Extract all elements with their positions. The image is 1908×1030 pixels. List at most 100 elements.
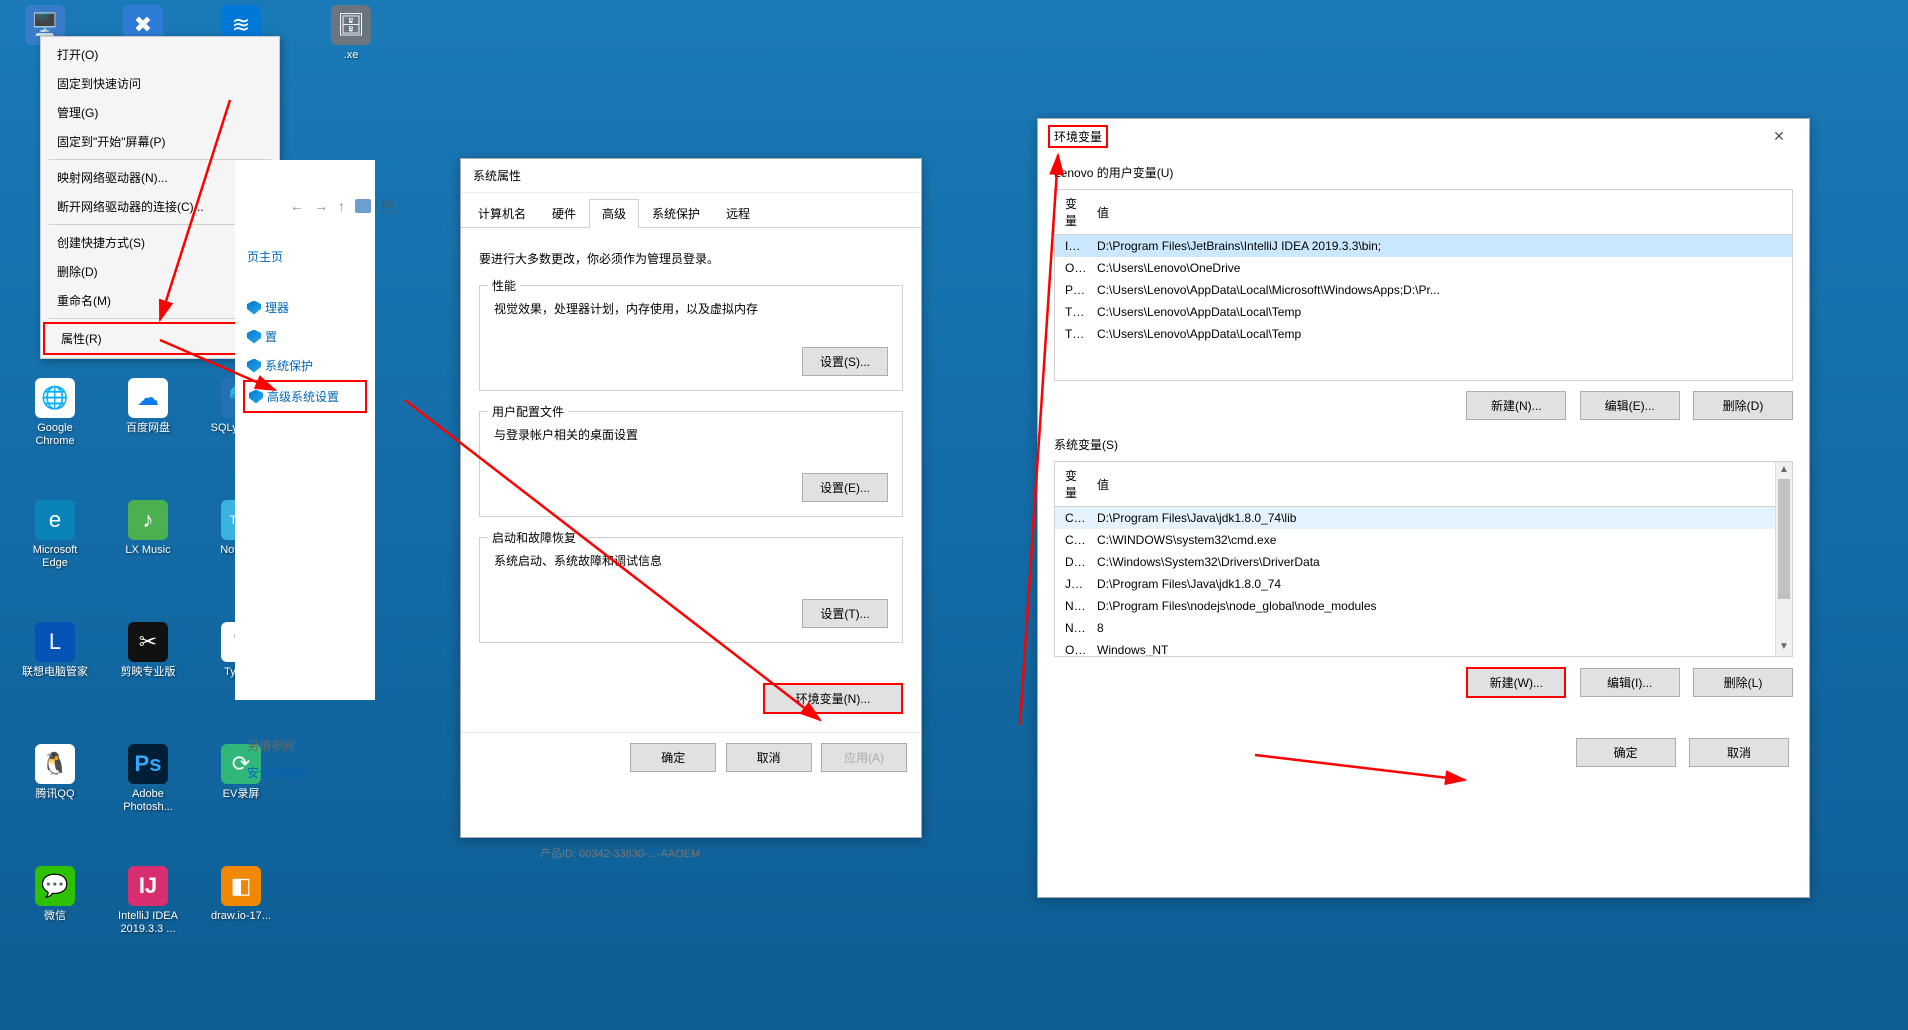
- sys-new-button[interactable]: 新建(W)...: [1466, 667, 1566, 698]
- cancel-button[interactable]: 取消: [1689, 738, 1789, 767]
- photoshop-icon: Ps: [128, 744, 168, 784]
- tab-computer-name[interactable]: 计算机名: [465, 199, 539, 227]
- var-value-cell: C:\Windows\System32\Drivers\DriverData: [1087, 551, 1792, 573]
- dialog-title: 系统属性: [461, 159, 921, 193]
- profile-settings-button[interactable]: 设置(E)...: [802, 473, 888, 502]
- sys-edit-button[interactable]: 编辑(I)...: [1580, 668, 1680, 697]
- close-button[interactable]: ✕: [1759, 128, 1799, 145]
- desktop-icon-lenovo[interactable]: L 联想电脑管家: [20, 622, 90, 679]
- context-menu-pin-quick[interactable]: 固定到快速访问: [41, 69, 279, 98]
- group-legend: 用户配置文件: [488, 403, 568, 420]
- desktop-icon-drawio[interactable]: ◧ draw.io-17...: [206, 866, 276, 923]
- ok-button[interactable]: 确定: [630, 743, 716, 772]
- system-variables-table[interactable]: 变量 值 CLASSPATHD:\Program Files\Java\jdk1…: [1054, 461, 1793, 657]
- sidebar-link-label: 系统保护: [265, 357, 313, 374]
- context-menu-item-label: 固定到"开始"屏幕(P): [57, 135, 166, 149]
- table-row[interactable]: DriverDataC:\Windows\System32\Drivers\Dr…: [1055, 551, 1792, 573]
- scroll-down-icon[interactable]: ▼: [1776, 639, 1792, 656]
- folder-icon: [355, 199, 371, 213]
- col-variable-header[interactable]: 变量: [1055, 462, 1087, 507]
- group-desc: 与登录帐户相关的桌面设置: [494, 426, 888, 443]
- col-value-header[interactable]: 值: [1087, 462, 1792, 507]
- tab-sys-protect[interactable]: 系统保护: [639, 199, 713, 227]
- var-value-cell: C:\Users\Lenovo\OneDrive: [1087, 257, 1792, 279]
- desktop-icon-label: 联想电脑管家: [20, 666, 90, 679]
- col-value-header[interactable]: 值: [1087, 190, 1792, 235]
- group-legend: 性能: [488, 277, 520, 294]
- desktop-icon-intellij[interactable]: IJ IntelliJ IDEA 2019.3.3 ...: [113, 866, 183, 936]
- user-variables-table[interactable]: 变量 值 IntelliJ IDEAD:\Program Files\JetBr…: [1054, 189, 1793, 381]
- intellij-icon: IJ: [128, 866, 168, 906]
- user-edit-button[interactable]: 编辑(E)...: [1580, 391, 1680, 420]
- context-menu-item-label: 创建快捷方式(S): [57, 236, 145, 250]
- user-delete-button[interactable]: 删除(D): [1693, 391, 1793, 420]
- tab-hardware[interactable]: 硬件: [539, 199, 589, 227]
- shield-icon: [247, 301, 261, 315]
- table-row[interactable]: NODE_PATHD:\Program Files\nodejs\node_gl…: [1055, 595, 1792, 617]
- sidebar-link-advanced[interactable]: 高级系统设置: [243, 380, 367, 413]
- tab-advanced[interactable]: 高级: [589, 199, 639, 228]
- performance-group: 性能 视觉效果，处理器计划，内存使用，以及虚拟内存 设置(S)...: [479, 285, 903, 391]
- table-row[interactable]: ComSpecC:\WINDOWS\system32\cmd.exe: [1055, 529, 1792, 551]
- ok-button[interactable]: 确定: [1576, 738, 1676, 767]
- context-menu-pin-start[interactable]: 固定到"开始"屏幕(P): [41, 127, 279, 156]
- sidebar-link-security[interactable]: 安全和维护: [243, 758, 367, 787]
- user-new-button[interactable]: 新建(N)...: [1466, 391, 1566, 420]
- table-row[interactable]: IntelliJ IDEAD:\Program Files\JetBrains\…: [1055, 235, 1792, 258]
- apply-button[interactable]: 应用(A): [821, 743, 907, 772]
- table-row[interactable]: TMPC:\Users\Lenovo\AppData\Local\Temp: [1055, 323, 1792, 345]
- context-menu-item-label: 映射网络驱动器(N)...: [57, 171, 168, 185]
- wechat-icon: 💬: [35, 866, 75, 906]
- sidebar-link-home[interactable]: 页主页: [243, 242, 367, 271]
- section-label: 系统变量(S): [1054, 436, 1793, 453]
- desktop-icon-edge[interactable]: e Microsoft Edge: [20, 500, 90, 570]
- table-row[interactable]: PathC:\Users\Lenovo\AppData\Local\Micros…: [1055, 279, 1792, 301]
- col-variable-header[interactable]: 变量: [1055, 190, 1087, 235]
- nav-back-icon[interactable]: ←: [290, 198, 304, 214]
- system-properties-dialog: 系统属性 计算机名 硬件 高级 系统保护 远程 要进行大多数更改，你必须作为管理…: [460, 158, 922, 838]
- scroll-up-icon[interactable]: ▲: [1776, 462, 1792, 479]
- cancel-button[interactable]: 取消: [726, 743, 812, 772]
- desktop-icon-qq[interactable]: 🐧 腾讯QQ: [20, 744, 90, 801]
- table-row[interactable]: CLASSPATHD:\Program Files\Java\jdk1.8.0_…: [1055, 507, 1792, 530]
- desktop-icon-photoshop[interactable]: Ps Adobe Photosh...: [113, 744, 183, 814]
- sys-delete-button[interactable]: 删除(L): [1693, 668, 1793, 697]
- table-row[interactable]: OneDriveC:\Users\Lenovo\OneDrive: [1055, 257, 1792, 279]
- sidebar-link-remote[interactable]: 置: [243, 322, 367, 351]
- scrollbar[interactable]: ▲ ▼: [1775, 462, 1792, 656]
- environment-variables-button[interactable]: 环境变量(N)...: [763, 683, 903, 714]
- context-menu-open[interactable]: 打开(O): [41, 40, 279, 69]
- desktop-icon-baidudisk[interactable]: ☁ 百度网盘: [113, 378, 183, 435]
- perf-settings-button[interactable]: 设置(S)...: [802, 347, 888, 376]
- var-name-cell: Path: [1055, 279, 1087, 301]
- breadcrumb-text[interactable]: 控: [381, 196, 394, 215]
- startup-settings-button[interactable]: 设置(T)...: [802, 599, 888, 628]
- scroll-thumb[interactable]: [1778, 479, 1790, 599]
- group-desc: 视觉效果，处理器计划，内存使用，以及虚拟内存: [494, 300, 888, 317]
- table-row[interactable]: NUMBER_OF_PROCESSORS8: [1055, 617, 1792, 639]
- desktop-icon-label: draw.io-17...: [206, 910, 276, 923]
- sidebar-link-device-mgr[interactable]: 理器: [243, 293, 367, 322]
- nav-up-icon[interactable]: ↑: [338, 198, 345, 214]
- context-menu-manage[interactable]: 管理(G): [41, 98, 279, 127]
- tab-remote[interactable]: 远程: [713, 199, 763, 227]
- system-variables-section: 系统变量(S) 变量 值 CLASSPATHD:\Program Files\J…: [1054, 436, 1793, 698]
- var-name-cell: NODE_PATH: [1055, 595, 1087, 617]
- var-name-cell: CLASSPATH: [1055, 507, 1087, 530]
- context-menu-item-label: 删除(D): [57, 265, 98, 279]
- sidebar-link-label: 理器: [265, 299, 289, 316]
- table-row[interactable]: TEMPC:\Users\Lenovo\AppData\Local\Temp: [1055, 301, 1792, 323]
- desktop-icon-jianying[interactable]: ✂ 剪映专业版: [113, 622, 183, 679]
- var-name-cell: OS: [1055, 639, 1087, 657]
- desktop-icon-lxmusic[interactable]: ♪ LX Music: [113, 500, 183, 557]
- var-value-cell: D:\Program Files\Java\jdk1.8.0_74\lib: [1087, 507, 1792, 530]
- table-row[interactable]: OSWindows_NT: [1055, 639, 1792, 657]
- desktop-icon-wechat[interactable]: 💬 微信: [20, 866, 90, 923]
- context-menu-item-label: 属性(R): [61, 332, 102, 346]
- desktop-icon-xe[interactable]: 🗄 .xe: [316, 5, 386, 62]
- sidebar-link-sys-protect[interactable]: 系统保护: [243, 351, 367, 380]
- nav-fwd-icon[interactable]: →: [314, 198, 328, 214]
- desktop-icon-chrome[interactable]: 🌐 Google Chrome: [20, 378, 90, 448]
- shield-icon: [249, 390, 263, 404]
- table-row[interactable]: JAVA_HOMED:\Program Files\Java\jdk1.8.0_…: [1055, 573, 1792, 595]
